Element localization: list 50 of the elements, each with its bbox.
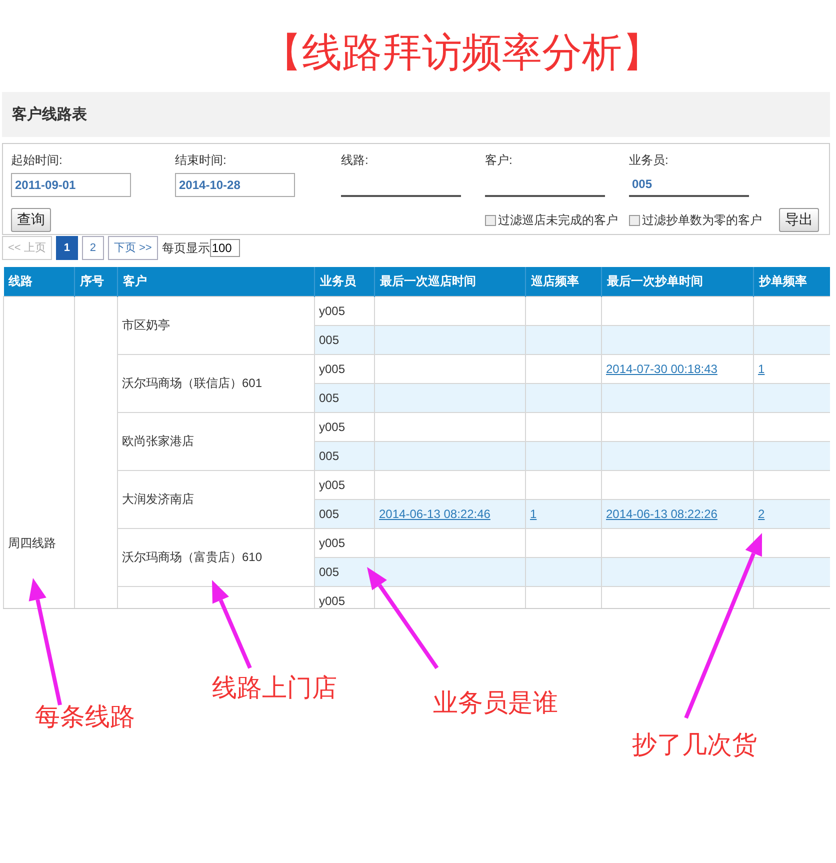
per-page-field[interactable]: 100 [210,239,240,257]
salesperson: 005 [319,391,340,405]
column-header: 线路 [4,267,74,296]
export-button[interactable]: 导出 [779,208,819,232]
customer-name: 沃尔玛商场（富贵店）610 [122,550,262,564]
customer-name: 大润发济南店 [122,492,194,506]
salesperson: y005 [319,536,346,550]
input-field[interactable]: 2014-10-28 [175,173,295,197]
filter-checkbox[interactable]: 过滤巡店未完成的客户 [485,212,618,228]
page-nav-button[interactable]: 下页 >> [108,236,158,260]
search-button[interactable]: 查询 [11,208,51,232]
field-label: 起始时间: [11,152,64,169]
field-label: 线路: [341,152,370,169]
page-number[interactable]: 2 [82,236,104,260]
field-label: 客户: [485,152,514,169]
customer-name: 沃尔玛商场（联信店）601 [122,376,262,390]
column-header: 抄单频率 [754,267,830,296]
column-header: 最后一次巡店时间 [374,267,526,296]
salesperson: 005 [319,507,340,521]
page-title: 【线路拜访频率分析】 [261,29,663,77]
per-page-label: 每页显示 [162,240,210,256]
salesperson: 005 [319,333,340,347]
salesperson: 005 [319,449,340,463]
column-header: 最后一次抄单时间 [602,267,754,296]
annotation-label: 每条线路 [35,703,135,733]
column-header: 巡店频率 [526,267,602,296]
input-field[interactable]: 2011-09-01 [11,173,131,197]
salesperson: y005 [319,362,346,376]
order-count-link[interactable]: 2 [758,507,765,521]
annotation-label: 抄了几次货 [632,731,757,761]
salesperson: y005 [319,304,346,318]
salesperson: 005 [319,565,340,579]
field-label: 业务员: [629,152,670,169]
filter-checkbox[interactable]: 过滤抄单数为零的客户 [629,212,762,228]
salesperson: y005 [319,420,346,434]
salesperson: y005 [319,478,346,492]
order-count-link[interactable]: 1 [758,362,765,376]
column-header: 业务员 [314,267,374,296]
page-number[interactable]: 1 [56,236,78,260]
annotation-label: 业务员是谁 [433,689,558,719]
column-header: 客户 [118,267,314,296]
customer-name: 欧尚张家港店 [122,434,194,448]
annotation-label: 线路上门店 [212,674,337,704]
column-header: 序号 [74,267,118,296]
salesperson: y005 [319,594,346,608]
route-name: 周四线路 [8,536,56,550]
panel-title: 客户线路表 [12,105,87,124]
field-label: 结束时间: [175,152,228,169]
visit-count-link[interactable]: 1 [530,507,537,521]
customer-name: 市区奶亭 [122,318,170,332]
